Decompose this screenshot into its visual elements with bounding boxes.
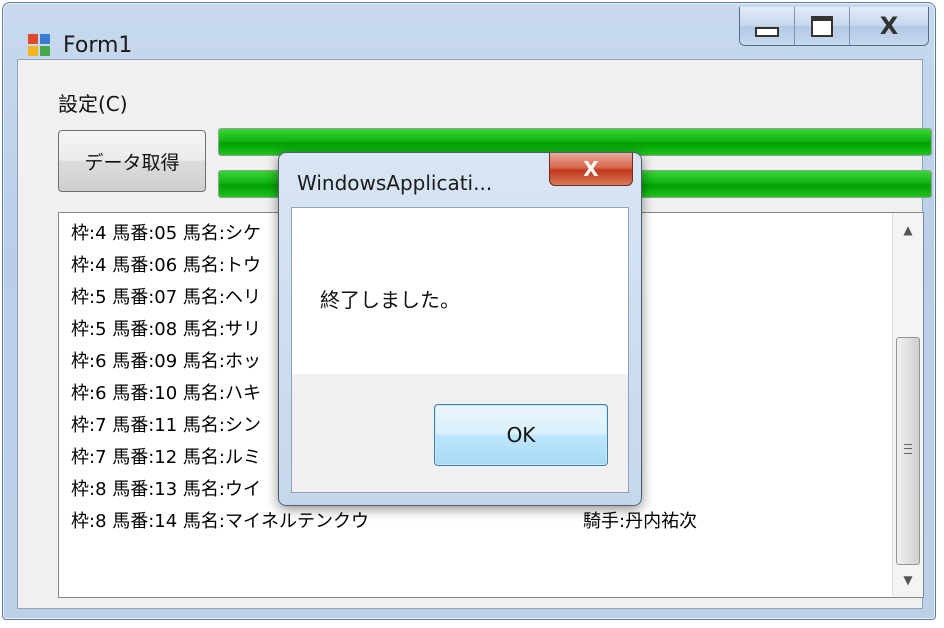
- list-item[interactable]: 枠:8 馬番:14 馬名:マイネルテンクウ 騎手:丹内祐次: [71, 507, 697, 535]
- list-item[interactable]: 枠:8 馬番:13 馬名:ウイ野拓弥: [71, 475, 637, 503]
- window-title: Form1: [63, 33, 133, 58]
- menu-bar: 設定(C): [18, 60, 922, 116]
- list-item[interactable]: 枠:7 馬番:11 馬名:シン舘英二: [71, 411, 637, 439]
- list-item-horse: 枠:6 馬番:10 馬名:ハキ: [71, 383, 261, 404]
- message-box: WindowsApplicati... X 終了しました。 OK: [278, 152, 642, 506]
- caption-buttons: X: [739, 7, 929, 46]
- close-icon: X: [583, 157, 599, 181]
- app-icon: [28, 34, 50, 56]
- scroll-thumb[interactable]: [896, 337, 920, 565]
- list-item-horse: 枠:8 馬番:13 馬名:ウイ: [71, 479, 261, 500]
- list-item-jockey: 騎手:丹内祐次: [583, 511, 698, 532]
- list-item-horse: 枠:7 馬番:12 馬名:ルミ: [71, 447, 261, 468]
- list-item-horse: 枠:8 馬番:14 馬名:マイネルテンクウ: [71, 511, 369, 532]
- close-icon: X: [879, 12, 899, 40]
- dialog-message: 終了しました。: [320, 288, 460, 312]
- list-item[interactable]: 枠:6 馬番:10 馬名:ハキ村明秀: [71, 379, 637, 407]
- list-item-horse: 枠:5 馬番:07 馬名:ヘリ: [71, 287, 261, 308]
- dialog-close-button[interactable]: X: [549, 153, 633, 186]
- list-item-horse: 枠:4 馬番:06 馬名:トウ: [71, 255, 261, 276]
- minimize-button[interactable]: [740, 7, 795, 45]
- scroll-up-icon[interactable]: ▲: [893, 215, 923, 245]
- dialog-title: WindowsApplicati...: [297, 171, 493, 195]
- maximize-button[interactable]: [795, 7, 850, 45]
- maximize-icon: [811, 15, 833, 37]
- menu-settings[interactable]: 設定(C): [58, 88, 128, 117]
- minimize-icon: [755, 27, 779, 37]
- list-item-horse: 枠:6 馬番:09 馬名:ホッ: [71, 351, 261, 372]
- scroll-down-icon[interactable]: ▼: [893, 565, 923, 595]
- grip-icon: [904, 444, 912, 454]
- list-item[interactable]: 枠:4 馬番:05 馬名:シケ川吉洋: [71, 219, 637, 247]
- ok-button[interactable]: OK: [434, 404, 608, 466]
- list-item[interactable]: 枠:5 馬番:07 馬名:ヘリ田大作: [71, 283, 637, 311]
- list-item-horse: 枠:4 馬番:05 馬名:シケ: [71, 223, 261, 244]
- list-item[interactable]: 枠:5 馬番:08 馬名:サリ藤工真: [71, 315, 637, 343]
- list-item[interactable]: 枠:7 馬番:12 馬名:ルミ崎北斗: [71, 443, 637, 471]
- list-item[interactable]: 枠:6 馬番:09 馬名:ホッ田恭介: [71, 347, 637, 375]
- list-item[interactable]: 枠:4 馬番:06 馬名:トウ山雄一: [71, 251, 637, 279]
- close-button[interactable]: X: [850, 7, 928, 45]
- list-item-horse: 枠:5 馬番:08 馬名:サリ: [71, 319, 261, 340]
- title-bar[interactable]: Form1 X: [3, 3, 935, 59]
- fetch-data-button[interactable]: データ取得: [58, 130, 206, 192]
- list-item-horse: 枠:7 馬番:11 馬名:シン: [71, 415, 261, 436]
- vertical-scrollbar[interactable]: ▲ ▼: [892, 213, 923, 597]
- dialog-body: 終了しました。 OK: [291, 207, 629, 493]
